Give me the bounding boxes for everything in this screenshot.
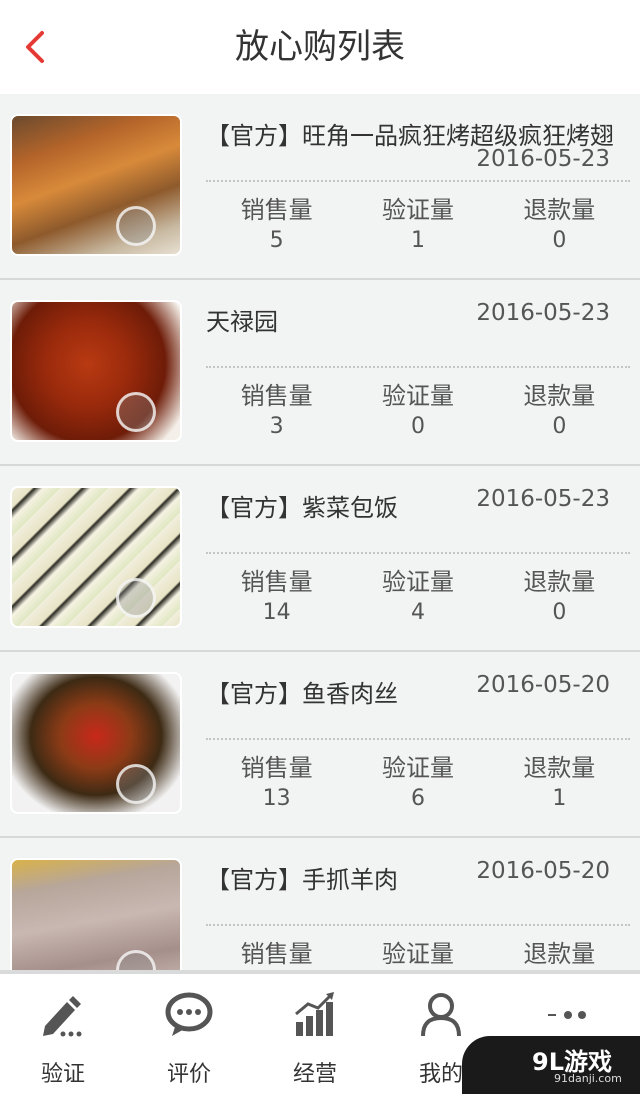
refund-label: 退款量: [523, 382, 596, 410]
product-date: 2016-05-23: [476, 300, 610, 326]
tab-review-label: 评价: [166, 1062, 211, 1087]
sales-stat: 销售量: [206, 938, 347, 970]
sales-value: 14: [262, 600, 291, 625]
sales-label: 销售量: [240, 568, 313, 596]
sales-stat: 销售量 14: [206, 566, 347, 628]
refund-value: 1: [552, 786, 567, 811]
list-item[interactable]: 天禄园 2016-05-23 销售量 3 验证量 0 退款量 0: [0, 280, 640, 466]
refund-stat: 退款量: [489, 938, 630, 970]
product-name: 【官方】紫菜包饭: [206, 494, 398, 522]
verified-value: 4: [410, 600, 425, 625]
sales-value: 13: [262, 786, 291, 811]
site-watermark: 9L游戏 91danji.com: [462, 1036, 640, 1094]
refund-value: 0: [552, 600, 567, 625]
refund-stat: 退款量 0: [489, 566, 630, 628]
watermark-icon: [116, 950, 156, 970]
tab-business-label: 经营: [292, 1062, 337, 1087]
sales-label: 销售量: [240, 940, 313, 968]
tab-business[interactable]: 经营: [265, 992, 365, 1088]
divider: [206, 552, 630, 554]
sales-stat: 销售量 3: [206, 380, 347, 442]
top-bar: 放心购列表: [0, 0, 640, 94]
product-thumbnail: [10, 300, 182, 442]
divider: [206, 366, 630, 368]
product-name: 【官方】鱼香肉丝: [206, 680, 398, 708]
tab-verify-label: 验证: [40, 1062, 85, 1087]
divider: [206, 180, 630, 182]
stats-row: 销售量 3 验证量 0 退款量 0: [206, 380, 630, 442]
bar-chart-icon: [295, 992, 334, 1036]
pencil-icon: [43, 996, 82, 1037]
verified-stat: 验证量 4: [347, 566, 488, 628]
product-list[interactable]: 【官方】旺角一品疯狂烤超级疯狂烤翅 2016-05-23 销售量 5 验证量 1…: [0, 94, 640, 970]
verified-stat: 验证量 6: [347, 752, 488, 814]
verified-label: 验证量: [381, 568, 454, 596]
verified-value: 0: [410, 414, 425, 439]
divider: [206, 924, 630, 926]
sales-label: 销售量: [240, 382, 313, 410]
verified-label: 验证量: [381, 382, 454, 410]
verified-label: 验证量: [381, 754, 454, 782]
list-item[interactable]: 【官方】紫菜包饭 2016-05-23 销售量 14 验证量 4 退款量 0: [0, 466, 640, 652]
product-date: 2016-05-20: [476, 858, 610, 884]
verified-stat: 验证量 1: [347, 194, 488, 256]
watermark-icon: [116, 206, 156, 246]
stats-row: 销售量 5 验证量 1 退款量 0: [206, 194, 630, 256]
watermark-icon: [116, 578, 156, 618]
product-name: 【官方】手抓羊肉: [206, 866, 398, 894]
sales-label: 销售量: [240, 196, 313, 224]
verified-stat: 验证量 0: [347, 380, 488, 442]
product-thumbnail: [10, 672, 182, 814]
divider: [206, 738, 630, 740]
tab-verify[interactable]: 验证: [13, 992, 113, 1088]
list-item[interactable]: 【官方】旺角一品疯狂烤超级疯狂烤翅 2016-05-23 销售量 5 验证量 1…: [0, 94, 640, 280]
verified-value: 1: [410, 228, 425, 253]
refund-stat: 退款量 0: [489, 380, 630, 442]
page-title: 放心购列表: [235, 27, 405, 67]
refund-label: 退款量: [523, 196, 596, 224]
sales-stat: 销售量 5: [206, 194, 347, 256]
product-date: 2016-05-20: [476, 672, 610, 698]
user-icon: [421, 993, 461, 1037]
stats-row: 销售量 13 验证量 6 退款量 1: [206, 752, 630, 814]
more-dots-icon: [548, 1011, 586, 1019]
sales-value: 3: [269, 414, 284, 439]
refund-value: 0: [552, 228, 567, 253]
product-date: 2016-05-23: [476, 486, 610, 512]
product-thumbnail: [10, 858, 182, 970]
tab-more[interactable]: [517, 992, 617, 1038]
stats-row: 销售量 验证量 退款量: [206, 938, 630, 970]
sales-label: 销售量: [240, 754, 313, 782]
product-thumbnail: [10, 114, 182, 256]
list-item[interactable]: 【官方】鱼香肉丝 2016-05-20 销售量 13 验证量 6 退款量 1: [0, 652, 640, 838]
verified-value: 6: [410, 786, 425, 811]
sales-stat: 销售量 13: [206, 752, 347, 814]
refund-label: 退款量: [523, 940, 596, 968]
verified-label: 验证量: [381, 196, 454, 224]
refund-value: 0: [552, 414, 567, 439]
watermark-icon: [116, 764, 156, 804]
refund-label: 退款量: [523, 754, 596, 782]
chat-bubble-icon: [165, 992, 213, 1036]
verified-stat: 验证量: [347, 938, 488, 970]
watermark-icon: [116, 392, 156, 432]
stats-row: 销售量 14 验证量 4 退款量 0: [206, 566, 630, 628]
product-name: 天禄园: [206, 308, 278, 336]
refund-stat: 退款量 0: [489, 194, 630, 256]
product-thumbnail: [10, 486, 182, 628]
verified-label: 验证量: [381, 940, 454, 968]
product-date: 2016-05-23: [476, 146, 610, 172]
refund-label: 退款量: [523, 568, 596, 596]
list-item[interactable]: 【官方】手抓羊肉 2016-05-20 销售量 验证量 退款量: [0, 838, 640, 970]
sales-value: 5: [269, 228, 284, 253]
tab-review[interactable]: 评价: [139, 992, 239, 1088]
refund-stat: 退款量 1: [489, 752, 630, 814]
watermark-site: 91danji.com: [554, 1072, 622, 1085]
